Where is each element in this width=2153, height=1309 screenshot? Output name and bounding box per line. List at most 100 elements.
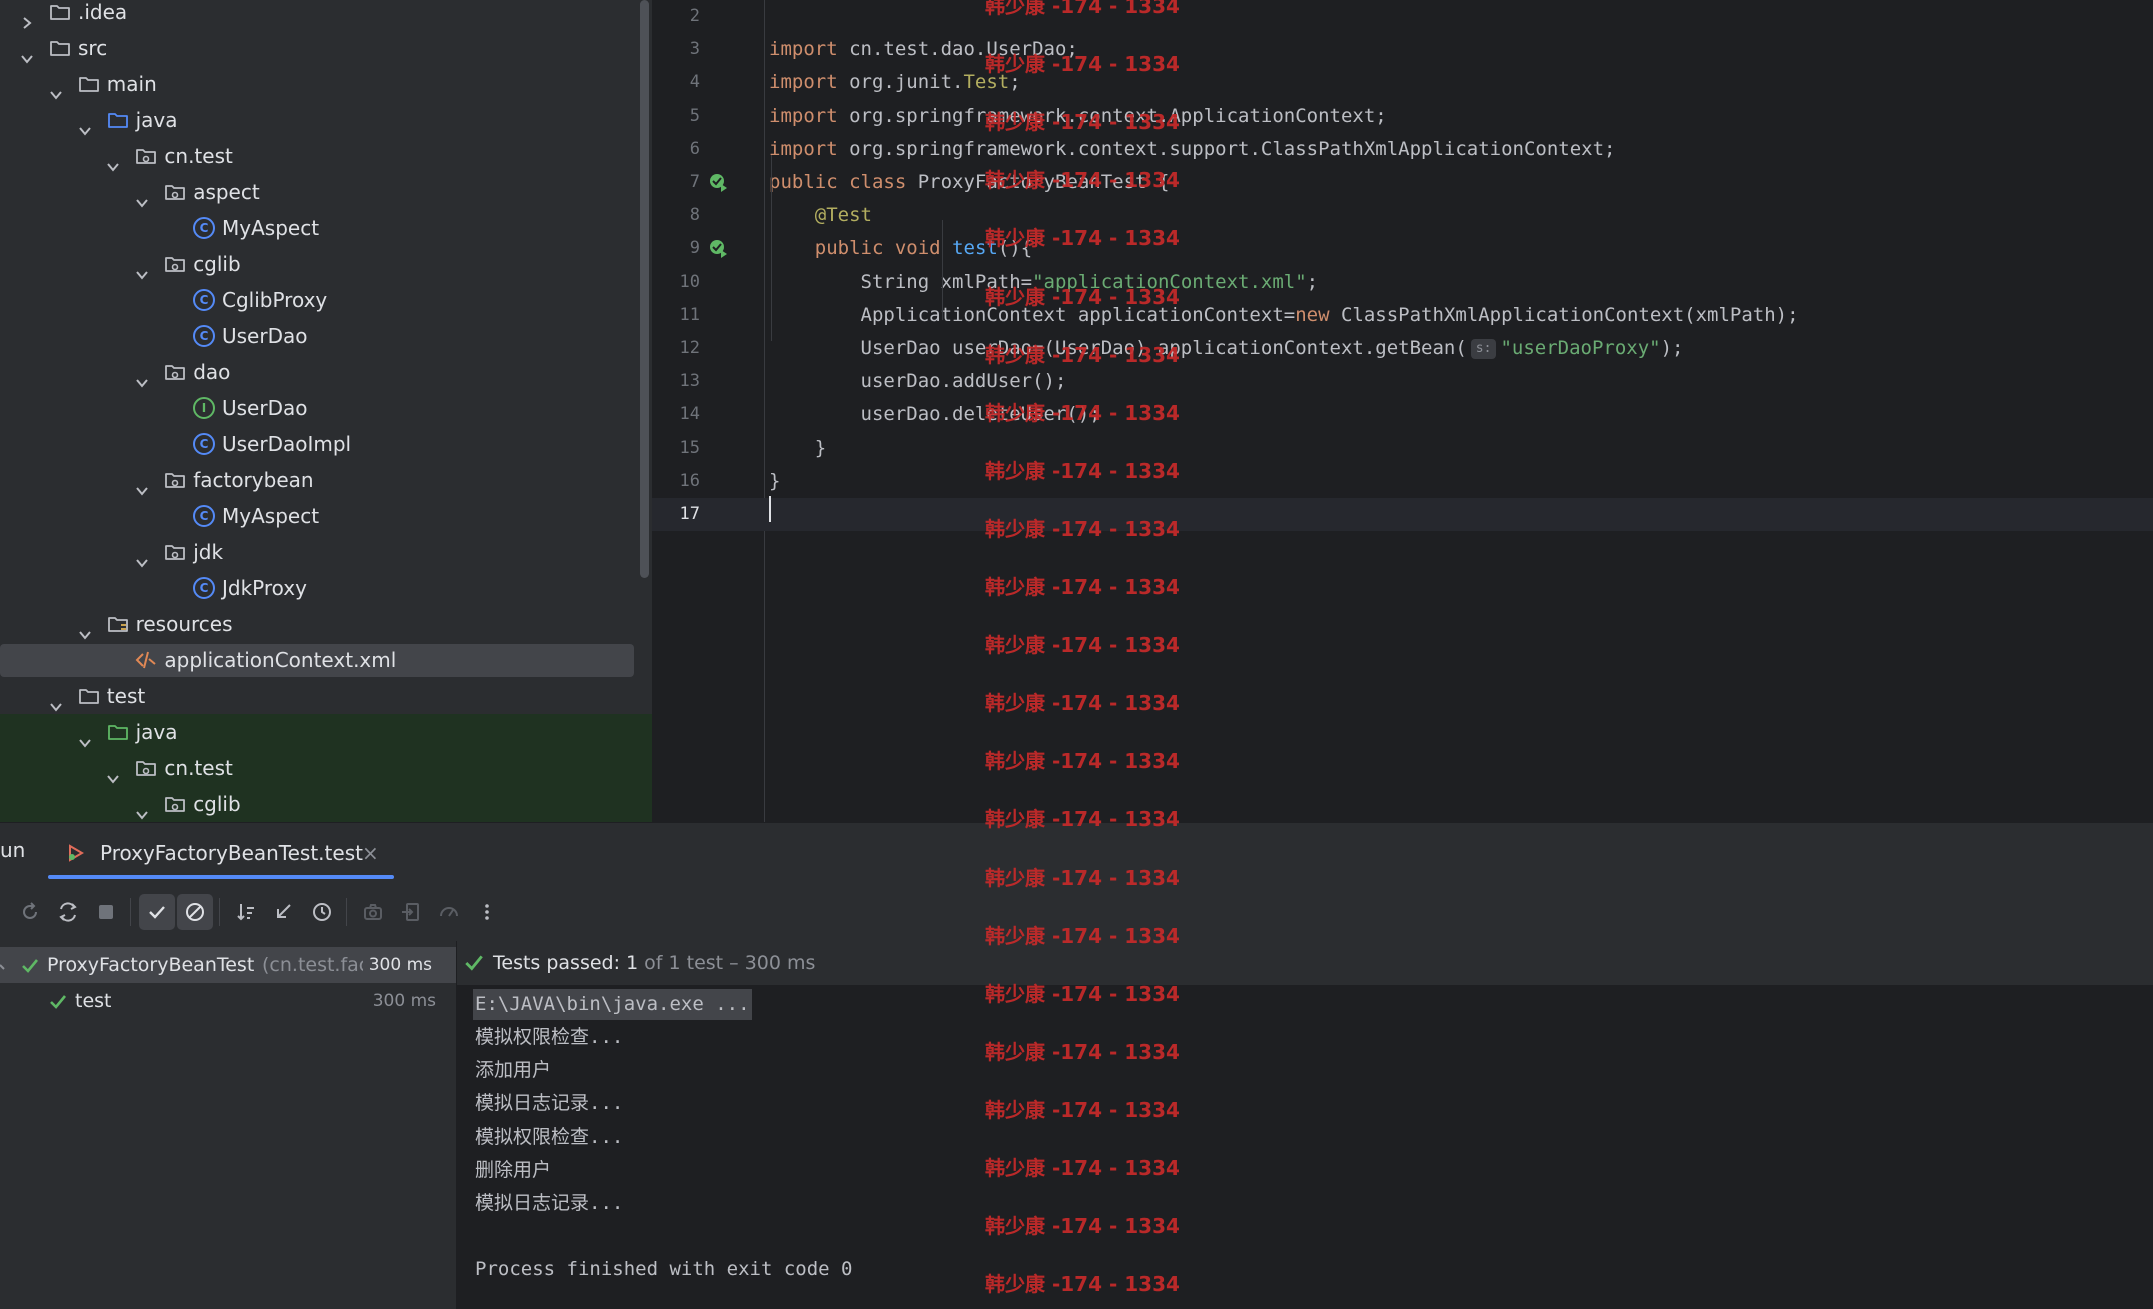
line-number[interactable]: 7 <box>652 166 700 199</box>
code-line[interactable]: 14 userDao.deleteUser(); <box>652 398 2153 431</box>
tree-item-myaspect[interactable]: C MyAspect <box>0 498 652 534</box>
chevron-down-icon[interactable] <box>135 473 149 496</box>
line-number[interactable]: 17 <box>652 498 700 531</box>
chevron-down-icon[interactable] <box>78 617 92 640</box>
code-line[interactable]: 3 import cn.test.dao.UserDao; <box>652 33 2153 66</box>
tree-item-userdaoimpl[interactable]: C UserDaoImpl <box>0 426 652 462</box>
tree-item-label: jdk <box>193 540 224 564</box>
code-line[interactable]: 2 <box>652 0 2153 33</box>
console-output[interactable]: Tests passed: 1 of 1 test – 300 ms E:\JA… <box>457 941 2153 1309</box>
test-class-name: ProxyFactoryBeanTest <box>47 954 255 976</box>
code-line[interactable]: 15 } <box>652 432 2153 465</box>
line-number[interactable]: 4 <box>652 66 700 99</box>
tree-item-cglibproxy[interactable]: C CglibProxy <box>0 282 652 318</box>
line-number[interactable]: 9 <box>652 232 700 265</box>
chevron-down-icon[interactable] <box>135 365 149 388</box>
tree-item-test[interactable]: test <box>0 678 652 714</box>
code-line[interactable]: 8 @Test <box>652 199 2153 232</box>
folder-icon <box>48 0 72 24</box>
sort-icon[interactable] <box>228 894 264 930</box>
tree-item--idea[interactable]: .idea <box>0 0 652 30</box>
line-number[interactable]: 8 <box>652 199 700 232</box>
code-editor[interactable]: 2 3 import cn.test.dao.UserDao; 4 import org… <box>652 0 2153 822</box>
code-text: userDao.addUser(); <box>769 365 1067 398</box>
code-line[interactable]: 7 public class ProxyFactoryBeanTest { <box>652 166 2153 199</box>
tree-item-jdk[interactable]: jdk <box>0 534 652 570</box>
chevron-down-icon[interactable] <box>78 725 92 748</box>
line-number[interactable]: 14 <box>652 398 700 431</box>
code-line[interactable]: 12 UserDao userDao=(UserDao) application… <box>652 332 2153 365</box>
tree-item-resources[interactable]: resources <box>0 606 652 642</box>
line-number[interactable]: 2 <box>652 0 700 33</box>
tree-item-cn-test[interactable]: cn.test <box>0 138 652 174</box>
line-number[interactable]: 12 <box>652 332 700 365</box>
tree-item-cglib[interactable]: cglib <box>0 786 652 822</box>
camera-icon[interactable] <box>355 894 391 930</box>
test-row-method[interactable]: test 300 ms <box>0 983 456 1019</box>
code-line[interactable]: 13 userDao.addUser(); <box>652 365 2153 398</box>
stop-icon[interactable] <box>88 894 124 930</box>
line-number[interactable]: 16 <box>652 465 700 498</box>
chevron-down-icon[interactable] <box>135 797 149 820</box>
tree-item-aspect[interactable]: aspect <box>0 174 652 210</box>
chevron-down-icon[interactable] <box>20 41 34 64</box>
import-tests-icon[interactable] <box>393 894 429 930</box>
code-line[interactable]: 16} <box>652 465 2153 498</box>
line-number[interactable]: 15 <box>652 432 700 465</box>
close-icon[interactable]: × <box>362 841 379 865</box>
code-line[interactable]: 6 import org.springframework.context.supp… <box>652 133 2153 166</box>
tree-item-java[interactable]: java <box>0 714 652 750</box>
chevron-down-icon[interactable] <box>49 77 63 100</box>
line-number[interactable]: 13 <box>652 365 700 398</box>
chevron-down-icon[interactable] <box>135 545 149 568</box>
line-number[interactable]: 5 <box>652 100 700 133</box>
tree-item-main[interactable]: main <box>0 66 652 102</box>
tree-item-cglib[interactable]: cglib <box>0 246 652 282</box>
run-test-gutter-icon[interactable] <box>708 172 728 192</box>
run-tab[interactable]: ProxyFactoryBeanTest.test × <box>48 823 394 883</box>
code-token: UserDao userDao=(UserDao) applicationCon… <box>769 337 1467 359</box>
toolbar-separator <box>346 898 347 926</box>
history-icon[interactable] <box>304 894 340 930</box>
tree-item-cn-test[interactable]: cn.test <box>0 750 652 786</box>
tree-item-label: src <box>78 36 108 60</box>
tree-item-myaspect[interactable]: C MyAspect <box>0 210 652 246</box>
tree-item-java[interactable]: java <box>0 102 652 138</box>
code-token: "userDaoProxy" <box>1500 337 1661 359</box>
tree-item-dao[interactable]: dao <box>0 354 652 390</box>
tree-item-userdao[interactable]: I UserDao <box>0 390 652 426</box>
line-number[interactable]: 3 <box>652 33 700 66</box>
line-number[interactable]: 11 <box>652 299 700 332</box>
code-line[interactable]: 4 import org.junit.Test; <box>652 66 2153 99</box>
code-line[interactable]: 9 public void test(){ <box>652 232 2153 265</box>
show-passed-icon[interactable] <box>139 894 175 930</box>
line-number[interactable]: 10 <box>652 266 700 299</box>
tree-item-src[interactable]: src <box>0 30 652 66</box>
run-test-gutter-icon[interactable] <box>708 238 728 259</box>
tree-item-userdao[interactable]: C UserDao <box>0 318 652 354</box>
code-line[interactable]: 5 import org.springframework.context.Appl… <box>652 100 2153 133</box>
collapse-all-icon[interactable] <box>266 894 302 930</box>
code-line[interactable]: 10 String xmlPath="applicationContext.xm… <box>652 266 2153 299</box>
code-line[interactable]: 17 <box>652 498 2153 531</box>
chevron-down-icon[interactable] <box>135 257 149 280</box>
chevron-down-icon[interactable] <box>106 761 120 784</box>
chevron-down-icon[interactable] <box>106 149 120 172</box>
code-line[interactable]: 11 ApplicationContext applicationContext… <box>652 299 2153 332</box>
chevron-down-icon[interactable] <box>135 185 149 208</box>
tree-item-factorybean[interactable]: factorybean <box>0 462 652 498</box>
code-token: ClassPathXmlApplicationContext(xmlPath); <box>1329 303 1799 326</box>
project-tree-scrollbar[interactable] <box>640 0 649 578</box>
tree-item-jdkproxy[interactable]: C JdkProxy <box>0 570 652 606</box>
coverage-icon[interactable] <box>431 894 467 930</box>
rerun-icon[interactable] <box>12 894 48 930</box>
more-options-icon[interactable] <box>469 894 505 930</box>
rerun-failed-icon[interactable] <box>50 894 86 930</box>
show-ignored-icon[interactable] <box>177 894 213 930</box>
chevron-down-icon[interactable] <box>78 113 92 136</box>
line-number[interactable]: 6 <box>652 133 700 166</box>
chevron-right-icon[interactable] <box>20 5 34 29</box>
tree-item-applicationcontext-xml[interactable]: applicationContext.xml <box>0 642 652 678</box>
chevron-down-icon[interactable] <box>49 689 63 712</box>
test-row-root[interactable]: ProxyFactoryBeanTest (cn.test.fac 300 ms <box>0 947 456 983</box>
